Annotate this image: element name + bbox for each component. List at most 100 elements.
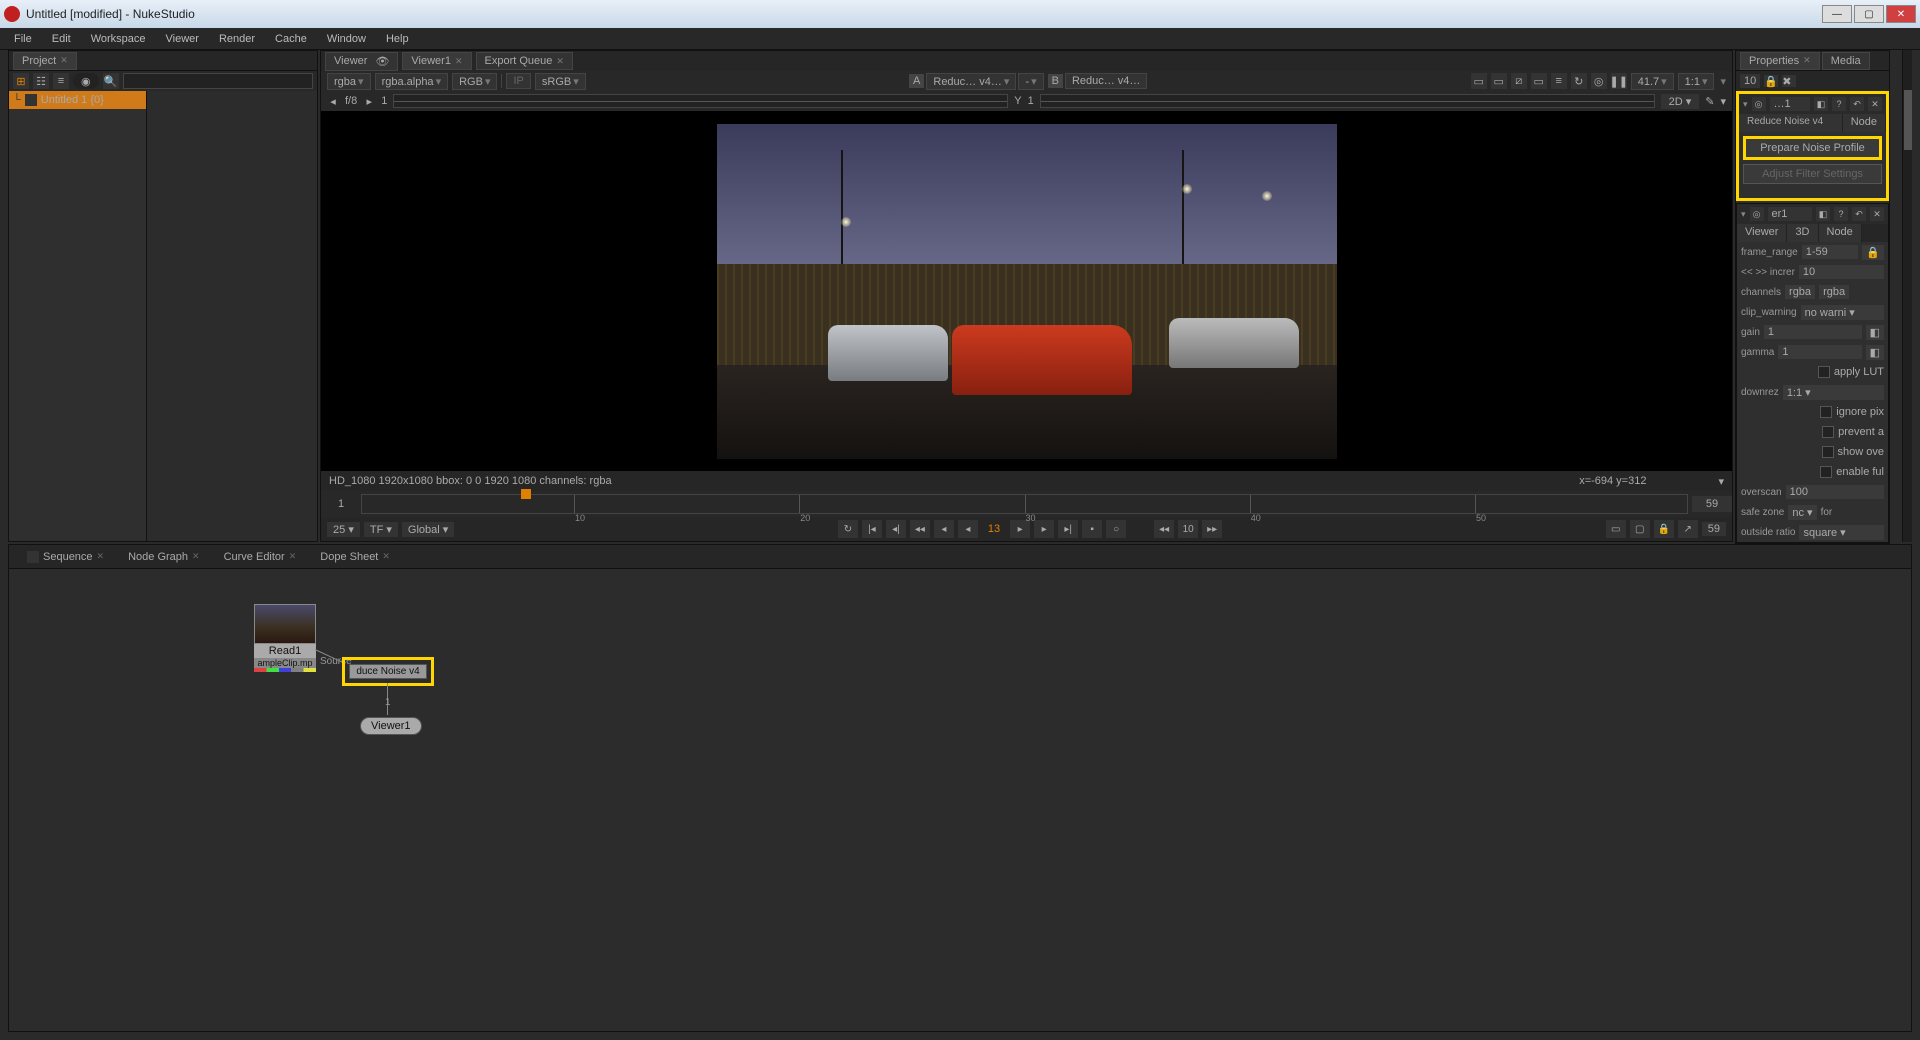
search-input[interactable]: [123, 73, 313, 89]
clear-icon[interactable]: ✖: [1782, 75, 1796, 87]
grid-icon[interactable]: ⊞: [13, 73, 29, 89]
rgb-select[interactable]: RGB▾: [452, 73, 497, 90]
list-icon[interactable]: ☷: [33, 73, 49, 89]
channel-select[interactable]: rgba▾: [327, 73, 371, 90]
gamma-slider-icon[interactable]: ◧: [1866, 345, 1884, 360]
colorspace-select[interactable]: sRGB▾: [535, 73, 586, 90]
tab-viewer[interactable]: Viewer👁: [325, 52, 398, 71]
menu-window[interactable]: Window: [317, 30, 376, 48]
export-icon[interactable]: ↗: [1678, 520, 1698, 538]
prev-frame-button[interactable]: ◂: [958, 520, 978, 538]
pause-icon[interactable]: ❚❚: [1611, 73, 1627, 89]
node-reduce-noise[interactable]: duce Noise v4: [342, 657, 434, 686]
lock-icon[interactable]: 🔒: [1764, 75, 1778, 87]
tab-viewer1[interactable]: Viewer1✕: [402, 52, 471, 70]
node-graph-area[interactable]: Read1 ampleClip.mp Source duce Noise v4 …: [9, 569, 1911, 1031]
lock-icon[interactable]: 🔒: [1654, 520, 1674, 538]
refresh-icon[interactable]: ↻: [1571, 73, 1587, 89]
tab-export-queue[interactable]: Export Queue✕: [476, 52, 573, 70]
max-panels-input[interactable]: 10: [1740, 74, 1760, 88]
enable-full-checkbox[interactable]: [1820, 466, 1832, 478]
close-icon[interactable]: ✕: [289, 551, 297, 562]
tab-properties[interactable]: Properties✕: [1740, 52, 1820, 70]
tab-node[interactable]: Node: [1819, 224, 1862, 242]
tab-sequence[interactable]: Sequence✕: [17, 548, 114, 566]
gain-slider[interactable]: [393, 94, 1008, 108]
prev-key-button[interactable]: ◂|: [886, 520, 906, 538]
properties-scrollbar[interactable]: [1902, 50, 1912, 542]
help-icon[interactable]: ?: [1832, 97, 1846, 111]
close-icon[interactable]: ✕: [97, 551, 105, 562]
next-key-button[interactable]: ▪: [1082, 520, 1102, 538]
loop-icon[interactable]: ↻: [838, 520, 858, 538]
tab-curve-editor[interactable]: Curve Editor✕: [214, 548, 307, 566]
tab-reduce-noise[interactable]: Reduce Noise v4: [1739, 114, 1843, 132]
last-frame-button[interactable]: ○: [1106, 520, 1126, 538]
inc-button[interactable]: 10: [1178, 520, 1198, 538]
a-split-select[interactable]: -▾: [1018, 73, 1043, 90]
tab-3d[interactable]: 3D: [1787, 224, 1818, 242]
gain-slider-icon[interactable]: ◧: [1866, 325, 1884, 340]
rev-button[interactable]: ◂◂: [1154, 520, 1174, 538]
lock-icon[interactable]: 🔒: [1862, 245, 1884, 260]
tab-node-graph[interactable]: Node Graph✕: [118, 548, 209, 566]
close-icon[interactable]: ✕: [556, 56, 564, 67]
revert-icon[interactable]: ↶: [1850, 97, 1864, 111]
channels-select[interactable]: rgba: [1785, 285, 1815, 299]
tab-dope-sheet[interactable]: Dope Sheet✕: [310, 548, 400, 566]
overscan-input[interactable]: 100: [1786, 485, 1884, 499]
step-fwd-button[interactable]: ▸: [1034, 520, 1054, 538]
frame-input[interactable]: 1: [381, 95, 387, 107]
timeline-end[interactable]: 59: [1692, 496, 1732, 512]
fps-display[interactable]: 41.7▾: [1631, 73, 1674, 90]
menu-workspace[interactable]: Workspace: [81, 30, 156, 48]
range-input[interactable]: 25 ▾: [327, 522, 360, 537]
menu-viewer[interactable]: Viewer: [156, 30, 209, 48]
node-viewer1[interactable]: Viewer1: [360, 717, 422, 735]
menu-file[interactable]: File: [4, 30, 42, 48]
clip-warning-select[interactable]: no warni ▾: [1801, 305, 1884, 320]
center-icon[interactable]: ◎: [1752, 97, 1766, 111]
show-over-checkbox[interactable]: [1822, 446, 1834, 458]
prepare-noise-profile-button[interactable]: Prepare Noise Profile: [1743, 136, 1882, 160]
timeline-track[interactable]: 10 20 30 40 50: [361, 494, 1688, 514]
close-icon[interactable]: ✕: [1803, 55, 1811, 66]
view-mode-select[interactable]: 2D ▾: [1661, 94, 1700, 109]
apply-lut-checkbox[interactable]: [1818, 366, 1830, 378]
revert-icon[interactable]: ↶: [1852, 207, 1866, 221]
y-input[interactable]: 1: [1028, 95, 1034, 107]
collapse-icon[interactable]: ▾: [1743, 99, 1748, 110]
menu-render[interactable]: Render: [209, 30, 265, 48]
node-read1[interactable]: Read1 ampleClip.mp: [254, 604, 316, 672]
stripes-icon[interactable]: ⧄: [1511, 73, 1527, 89]
project-item-untitled[interactable]: └ Untitled 1 {0}: [9, 91, 146, 109]
alpha-select[interactable]: rgba.alpha▾: [375, 73, 449, 90]
collapse-icon[interactable]: ▾: [1741, 209, 1746, 220]
b-input-select[interactable]: Reduc… v4…: [1065, 73, 1147, 89]
proxy-icon[interactable]: ≡: [1551, 73, 1567, 89]
incr-input[interactable]: 10: [1799, 265, 1884, 279]
frame-range-input[interactable]: 1-59: [1802, 245, 1859, 259]
node-name-input[interactable]: er1: [1768, 207, 1812, 221]
play-back-button[interactable]: ◂◂: [910, 520, 930, 538]
clip-icon[interactable]: ▭: [1531, 73, 1547, 89]
overlay-icon[interactable]: ▭: [1491, 73, 1507, 89]
current-frame[interactable]: 13: [982, 523, 1006, 535]
step-back-button[interactable]: ◂: [934, 520, 954, 538]
close-icon[interactable]: ✕: [382, 551, 390, 562]
more-icon[interactable]: ▾: [1720, 75, 1726, 88]
close-icon[interactable]: ✕: [192, 551, 200, 562]
safezone-select[interactable]: nc ▾: [1788, 505, 1816, 520]
first-frame-button[interactable]: |◂: [862, 520, 882, 538]
tab-node[interactable]: Node: [1843, 114, 1886, 132]
a-input-select[interactable]: Reduc… v4…▾: [926, 73, 1016, 90]
range-end-input[interactable]: 59: [1702, 522, 1726, 536]
tab-media[interactable]: Media: [1822, 52, 1870, 70]
window-minimize-button[interactable]: —: [1822, 5, 1852, 23]
slider-icon[interactable]: ◉: [73, 73, 99, 89]
node-color-icon[interactable]: ◧: [1814, 97, 1828, 111]
gamma-slider[interactable]: [1040, 94, 1655, 108]
window-icon[interactable]: ▭: [1606, 520, 1626, 538]
dropdown-icon[interactable]: ▾: [1720, 95, 1726, 108]
dropdown-icon[interactable]: ▾: [1718, 475, 1724, 488]
